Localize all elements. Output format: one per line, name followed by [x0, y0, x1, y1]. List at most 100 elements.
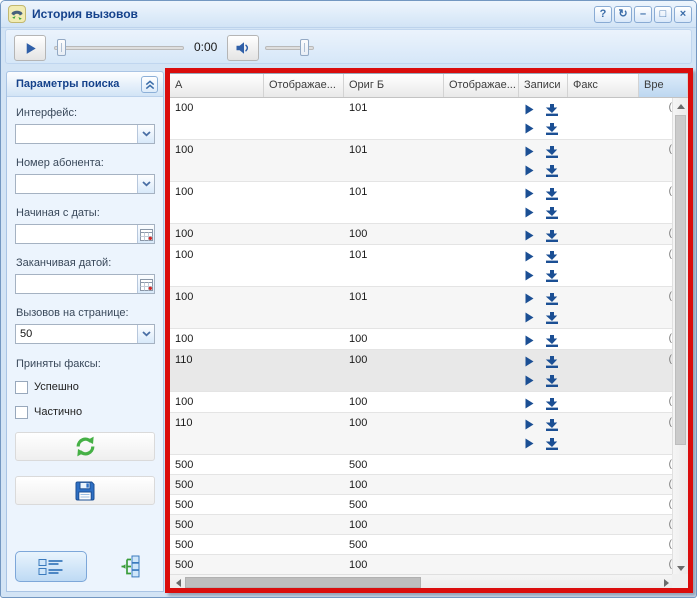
- column-header[interactable]: А: [170, 74, 264, 97]
- maximize-button[interactable]: □: [654, 6, 672, 23]
- download-icon[interactable]: [545, 104, 559, 116]
- vertical-scrollbar-thumb[interactable]: [675, 115, 686, 445]
- play-icon[interactable]: [525, 438, 534, 449]
- cell-fax: [568, 140, 639, 181]
- horizontal-scrollbar[interactable]: [170, 574, 674, 590]
- dropdown-button[interactable]: [137, 175, 154, 193]
- column-header[interactable]: Вре: [639, 74, 688, 97]
- table-row[interactable]: 500100(: [170, 475, 674, 495]
- play-icon[interactable]: [525, 146, 534, 157]
- table-row[interactable]: 500100(: [170, 555, 674, 575]
- play-icon[interactable]: [525, 165, 534, 176]
- list-view-button[interactable]: [15, 551, 87, 582]
- refresh-button[interactable]: [15, 432, 155, 461]
- calendar-button[interactable]: [137, 225, 154, 243]
- table-row[interactable]: 100101(: [170, 287, 674, 329]
- play-icon[interactable]: [525, 419, 534, 430]
- download-icon[interactable]: [545, 335, 559, 347]
- combo-field[interactable]: 50: [15, 324, 155, 344]
- column-header[interactable]: Ориг Б: [344, 74, 444, 97]
- checkbox[interactable]: [15, 406, 28, 419]
- table-row[interactable]: 100101(: [170, 245, 674, 287]
- column-header[interactable]: Факс: [568, 74, 639, 97]
- table-row[interactable]: 100100(: [170, 224, 674, 245]
- collapse-panel-button[interactable]: [141, 76, 158, 93]
- download-icon[interactable]: [545, 293, 559, 305]
- download-icon[interactable]: [545, 375, 559, 387]
- table-row[interactable]: 500500(: [170, 455, 674, 475]
- download-icon[interactable]: [545, 146, 559, 158]
- play-icon[interactable]: [525, 293, 534, 304]
- download-icon[interactable]: [545, 356, 559, 368]
- horizontal-scrollbar-thumb[interactable]: [185, 577, 421, 588]
- cell-orig-b: 101: [344, 287, 444, 328]
- table-row[interactable]: 110100(: [170, 350, 674, 392]
- table-row[interactable]: 100101(: [170, 140, 674, 182]
- refresh-button[interactable]: ↻: [614, 6, 632, 23]
- calendar-button[interactable]: [137, 275, 154, 293]
- close-button[interactable]: ×: [674, 6, 692, 23]
- volume-button[interactable]: [227, 35, 259, 61]
- combo-field[interactable]: [15, 124, 155, 144]
- play-icon[interactable]: [525, 398, 534, 409]
- table-row[interactable]: 100101(: [170, 98, 674, 140]
- seek-slider[interactable]: [54, 46, 184, 50]
- volume-slider-thumb[interactable]: [300, 39, 309, 56]
- column-header[interactable]: Записи: [519, 74, 568, 97]
- download-icon[interactable]: [545, 270, 559, 282]
- download-icon[interactable]: [545, 165, 559, 177]
- checkbox[interactable]: [15, 381, 28, 394]
- combo-field[interactable]: [15, 174, 155, 194]
- table-row[interactable]: 100100(: [170, 392, 674, 413]
- download-icon[interactable]: [545, 230, 559, 242]
- play-icon[interactable]: [525, 335, 534, 346]
- tree-view-button[interactable]: [120, 555, 145, 578]
- table-row[interactable]: 500500(: [170, 535, 674, 555]
- minimize-button[interactable]: –: [634, 6, 652, 23]
- cell-fax: [568, 475, 639, 494]
- record-actions: [523, 266, 568, 285]
- date-field[interactable]: [15, 274, 155, 294]
- download-icon[interactable]: [545, 398, 559, 410]
- column-header[interactable]: Отображае...: [264, 74, 344, 97]
- download-icon[interactable]: [545, 251, 559, 263]
- play-icon[interactable]: [525, 375, 534, 386]
- table-row[interactable]: 110100(: [170, 413, 674, 455]
- scroll-left-button[interactable]: [170, 575, 186, 591]
- table-row[interactable]: 100101(: [170, 182, 674, 224]
- play-icon[interactable]: [525, 123, 534, 134]
- cell-fax: [568, 182, 639, 223]
- play-button[interactable]: [14, 35, 46, 61]
- download-icon[interactable]: [545, 312, 559, 324]
- play-icon[interactable]: [525, 104, 534, 115]
- download-icon[interactable]: [545, 188, 559, 200]
- help-button[interactable]: ?: [594, 6, 612, 23]
- vertical-scrollbar[interactable]: [672, 98, 688, 576]
- play-icon[interactable]: [525, 207, 534, 218]
- download-icon[interactable]: [545, 207, 559, 219]
- scroll-up-button[interactable]: [673, 98, 689, 114]
- play-icon[interactable]: [525, 251, 534, 262]
- seek-slider-thumb[interactable]: [57, 39, 66, 56]
- cell-records: [519, 392, 568, 412]
- play-icon[interactable]: [525, 188, 534, 199]
- play-icon[interactable]: [525, 356, 534, 367]
- table-row[interactable]: 500500(: [170, 495, 674, 515]
- cell-records: [519, 350, 568, 391]
- table-row[interactable]: 100100(: [170, 329, 674, 350]
- play-icon[interactable]: [525, 230, 534, 241]
- download-icon[interactable]: [545, 438, 559, 450]
- cell-display-b: [444, 455, 519, 474]
- dropdown-button[interactable]: [137, 325, 154, 343]
- dropdown-button[interactable]: [137, 125, 154, 143]
- play-icon[interactable]: [525, 270, 534, 281]
- cell-time: (: [639, 287, 674, 328]
- save-button[interactable]: [15, 476, 155, 505]
- cell-display-a: [264, 245, 344, 286]
- play-icon[interactable]: [525, 312, 534, 323]
- column-header[interactable]: Отображае...: [444, 74, 519, 97]
- date-field[interactable]: [15, 224, 155, 244]
- table-row[interactable]: 500100(: [170, 515, 674, 535]
- download-icon[interactable]: [545, 123, 559, 135]
- download-icon[interactable]: [545, 419, 559, 431]
